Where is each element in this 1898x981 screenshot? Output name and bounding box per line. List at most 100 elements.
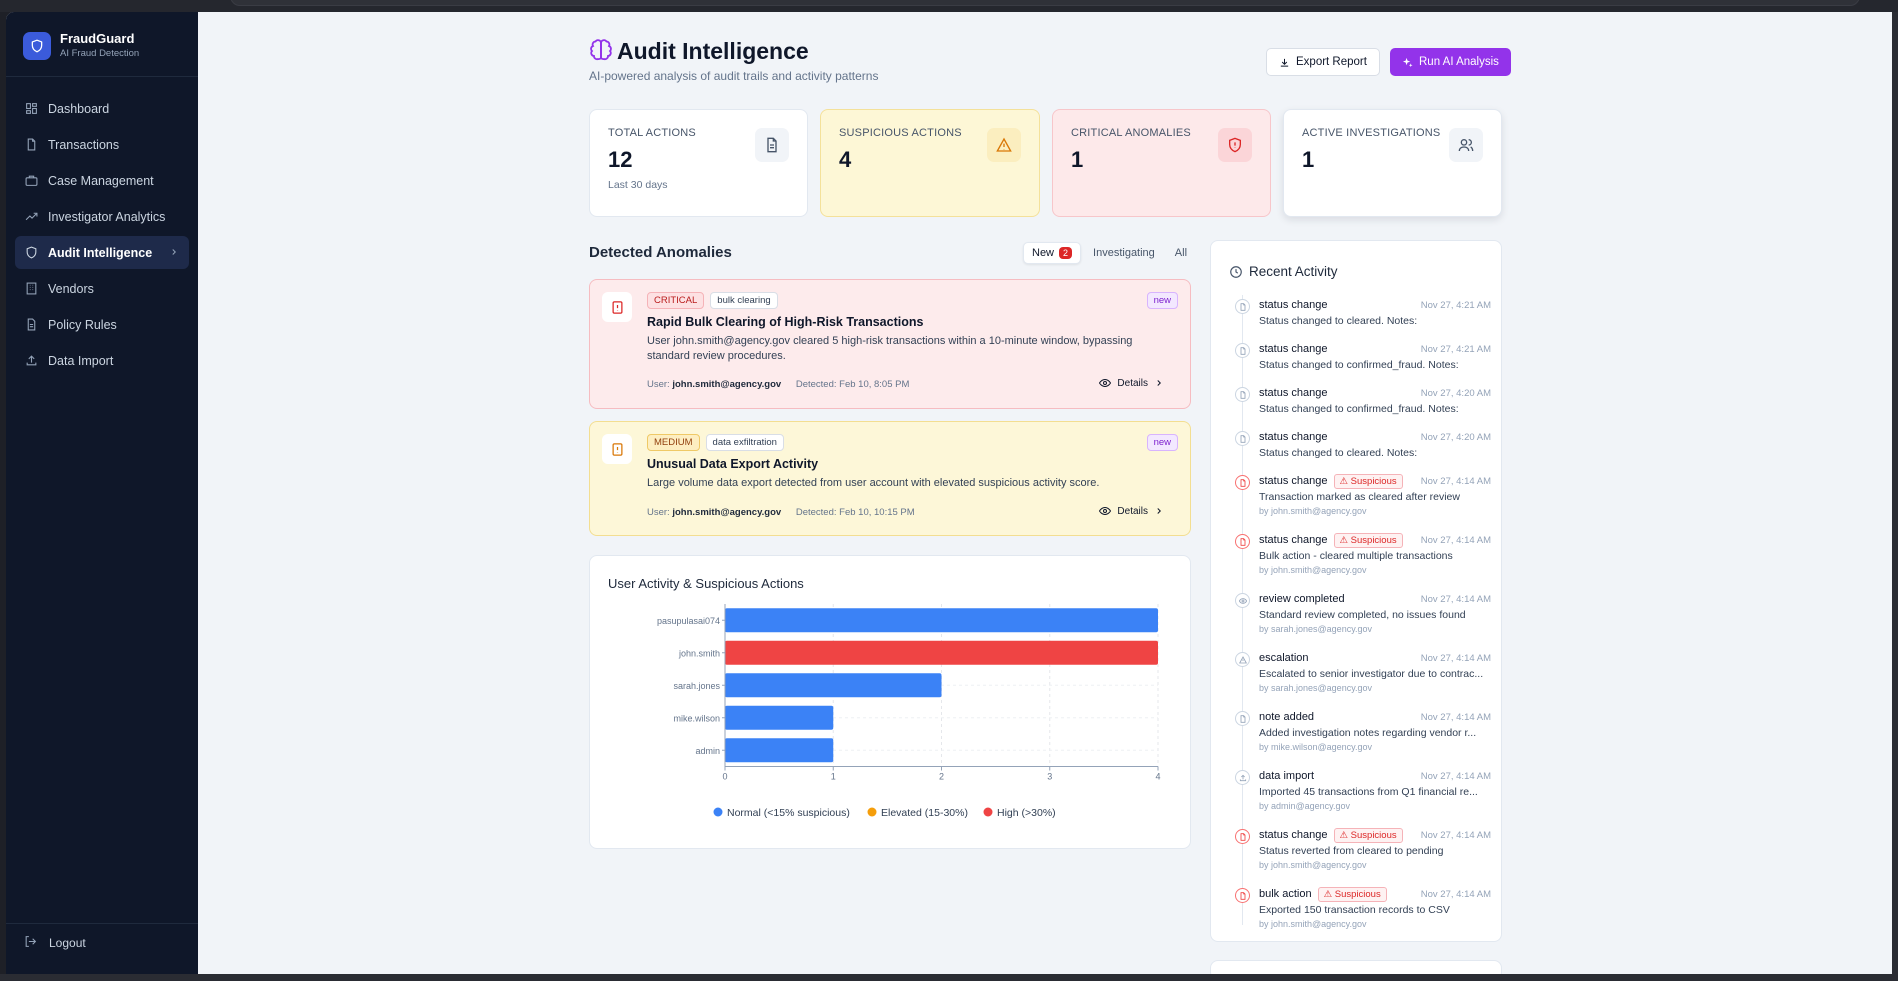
- upload-icon: [24, 354, 38, 368]
- severity-badge: CRITICAL: [647, 292, 705, 309]
- anomaly-description: User john.smith@agency.gov cleared 5 hig…: [647, 335, 1133, 362]
- stat-card-suspicious-actions: SUSPICIOUS ACTIONS 4: [820, 109, 1040, 217]
- users-icon: [1449, 128, 1483, 162]
- activity-item[interactable]: bulk action ⚠ Suspicious Nov 27, 4:14 AM Ex…: [1229, 886, 1491, 941]
- anomaly-card-medium[interactable]: MEDIUM data exfiltration new Unusual Dat…: [589, 421, 1191, 536]
- eye-icon: [1099, 378, 1112, 388]
- sidebar-item-vendors[interactable]: Vendors: [15, 272, 189, 305]
- activity-description: Escalated to senior investigator due to …: [1259, 668, 1484, 680]
- document-icon: [24, 318, 38, 332]
- anomaly-card-critical[interactable]: CRITICAL bulk clearing new Rapid Bulk Cl…: [589, 279, 1191, 409]
- legend-swatch: [983, 807, 993, 817]
- user-prefix: User:: [647, 507, 670, 518]
- activity-type: status change: [1259, 534, 1328, 546]
- address-bar[interactable]: [230, 0, 1860, 6]
- tab-all[interactable]: All: [1167, 243, 1195, 263]
- export-report-label: Export Report: [1296, 56, 1367, 68]
- activity-item[interactable]: escalation Nov 27, 4:14 AM Escalated to se…: [1229, 650, 1491, 709]
- activity-item[interactable]: status change ⚠ Suspicious Nov 27, 4:14 AM…: [1229, 827, 1491, 886]
- activity-item[interactable]: status change Nov 27, 4:20 AM Status chang…: [1229, 385, 1491, 429]
- run-ai-analysis-button[interactable]: Run AI Analysis: [1390, 48, 1511, 76]
- main-content: Audit Intelligence AI-powered analysis o…: [198, 12, 1892, 974]
- alert-square-icon: [602, 434, 632, 464]
- anomaly-user: john.smith@agency.gov: [672, 507, 782, 518]
- anomaly-meta: User: john.smith@agency.gov Detected: Fe…: [647, 379, 909, 390]
- logout-button[interactable]: Logout: [24, 935, 86, 951]
- activity-description: Imported 45 transactions from Q1 financi…: [1259, 786, 1478, 798]
- anomaly-meta: User: john.smith@agency.gov Detected: Fe…: [647, 507, 915, 518]
- bar-admin: [725, 738, 834, 763]
- activity-type: bulk action: [1259, 888, 1312, 900]
- file-icon: [1235, 888, 1250, 903]
- browser-top-bar: [0, 0, 1898, 12]
- activity-time: Nov 27, 4:14 AM: [1420, 770, 1491, 782]
- recent-activity-title: Recent Activity: [1249, 264, 1338, 279]
- file-icon: [1235, 534, 1250, 549]
- activity-time: Nov 27, 4:14 AM: [1420, 829, 1491, 841]
- sidebar-item-transactions[interactable]: Transactions: [15, 128, 189, 161]
- sidebar-item-label: Transactions: [48, 137, 120, 152]
- activity-description: Added investigation notes regarding vend…: [1259, 727, 1477, 739]
- sidebar-item-label: Policy Rules: [48, 317, 117, 332]
- details-button[interactable]: Details: [1093, 377, 1170, 389]
- activity-item[interactable]: status change ⚠ Suspicious Nov 27, 4:14 AM…: [1229, 473, 1491, 532]
- activity-item[interactable]: status change Nov 27, 4:21 AM Status chang…: [1229, 297, 1491, 341]
- severity-badge: MEDIUM: [647, 434, 700, 451]
- sidebar-item-dashboard[interactable]: Dashboard: [15, 92, 189, 125]
- legend-swatch: [867, 807, 877, 817]
- activity-time: Nov 27, 4:14 AM: [1420, 534, 1491, 546]
- activity-type: note added: [1259, 711, 1315, 723]
- window-edge: [1892, 12, 1898, 974]
- status-badge: new: [1146, 434, 1178, 451]
- activity-time: Nov 27, 4:14 AM: [1420, 593, 1491, 605]
- app-window: FraudGuard AI Fraud Detection Dashboard …: [6, 12, 1892, 974]
- suspicious-badge: ⚠ Suspicious: [1333, 532, 1403, 548]
- detected-time: Detected: Feb 10, 8:05 PM: [795, 379, 910, 390]
- x-tick-label: 0: [722, 772, 727, 782]
- file-icon: [24, 138, 38, 152]
- details-button[interactable]: Details: [1093, 505, 1170, 517]
- activity-item[interactable]: review completed Nov 27, 4:14 AM Standard …: [1229, 591, 1491, 650]
- bar-pasupulasai074: [725, 608, 1158, 633]
- sidebar-item-investigator-analytics[interactable]: Investigator Analytics: [15, 200, 189, 233]
- sidebar-item-audit-intelligence[interactable]: Audit Intelligence: [15, 236, 189, 269]
- bar-mike-wilson: [725, 705, 834, 730]
- sidebar-item-case-management[interactable]: Case Management: [15, 164, 189, 197]
- user-prefix: User:: [647, 379, 670, 390]
- page-title: Audit Intelligence: [617, 38, 809, 64]
- activity-item[interactable]: status change Nov 27, 4:20 AM Status chang…: [1229, 429, 1491, 473]
- activity-item[interactable]: note added Nov 27, 4:14 AM Added investiga…: [1229, 709, 1491, 768]
- sidebar-item-policy-rules[interactable]: Policy Rules: [15, 308, 189, 341]
- sidebar-item-data-import[interactable]: Data Import: [15, 344, 189, 377]
- eye-icon: [1235, 593, 1250, 608]
- export-report-button[interactable]: Export Report: [1266, 48, 1380, 76]
- tab-label: New: [1032, 247, 1055, 259]
- activity-time: Nov 27, 4:14 AM: [1420, 711, 1491, 723]
- x-tick-label: 1: [831, 772, 836, 782]
- activity-time: Nov 27, 4:14 AM: [1420, 888, 1491, 900]
- upload-icon: [1235, 770, 1250, 785]
- suspicious-badge: ⚠ Suspicious: [1317, 886, 1387, 902]
- shield-logo-icon: [23, 31, 51, 60]
- brand[interactable]: FraudGuard AI Fraud Detection: [23, 31, 139, 60]
- activity-item[interactable]: data import Nov 27, 4:14 AM Imported 45 tr…: [1229, 768, 1491, 827]
- activity-item[interactable]: status change ⚠ Suspicious Nov 27, 4:14 AM…: [1229, 532, 1491, 591]
- tab-new[interactable]: New 2: [1023, 242, 1082, 264]
- y-tick-label: pasupulasai074: [657, 616, 720, 626]
- stat-note: Last 30 days: [608, 179, 668, 191]
- shield-alert-icon: [1218, 128, 1252, 162]
- suspicious-label: Suspicious: [1350, 534, 1397, 546]
- warning-icon: ⚠: [1339, 534, 1349, 546]
- brain-icon: [589, 39, 613, 68]
- recent-activity-panel: Recent Activity status change Nov 27, 4:2…: [1210, 240, 1502, 942]
- sidebar-item-label: Investigator Analytics: [48, 209, 166, 224]
- y-tick-label: john.smith: [678, 648, 720, 658]
- activity-time: Nov 27, 4:20 AM: [1420, 431, 1491, 443]
- activity-list: status change Nov 27, 4:21 AM Status chang…: [1229, 297, 1491, 941]
- dashboard-icon: [24, 102, 38, 116]
- warning-icon: ⚠: [1323, 888, 1333, 900]
- activity-item[interactable]: status change Nov 27, 4:21 AM Status chang…: [1229, 341, 1491, 385]
- activity-type: status change: [1259, 343, 1328, 355]
- activity-description: Status changed to cleared. Notes:: [1259, 315, 1418, 327]
- tab-investigating[interactable]: Investigating: [1085, 243, 1163, 263]
